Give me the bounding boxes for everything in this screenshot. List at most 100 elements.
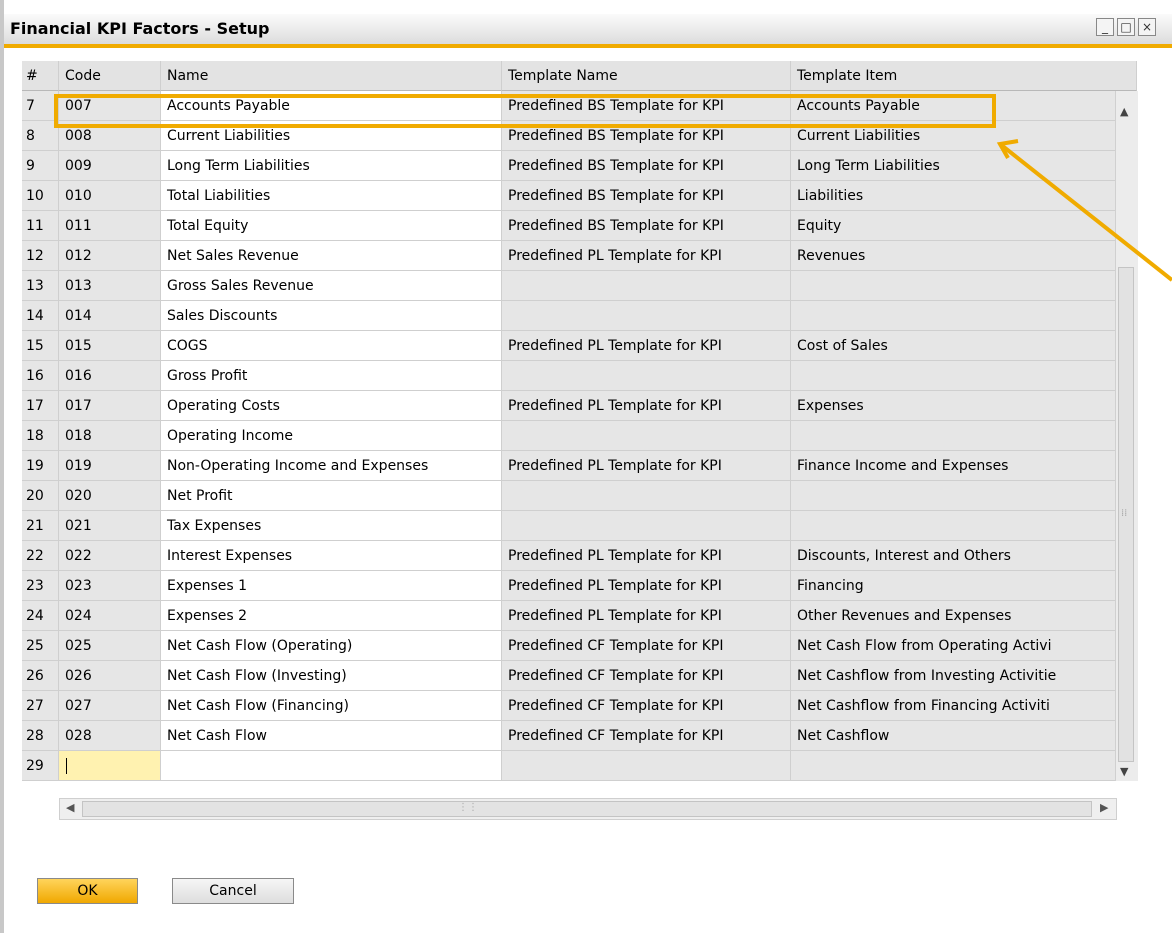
template-item-cell[interactable]: Discounts, Interest and Others [791,541,1137,571]
name-cell[interactable]: Sales Discounts [161,301,502,331]
code-cell[interactable]: 025 [59,631,161,661]
table-row[interactable]: 28 028 Net Cash Flow Predefined CF Template… [22,721,1137,751]
template-item-cell[interactable]: Expenses [791,391,1137,421]
template-item-cell[interactable]: Net Cash Flow from Operating Activi [791,631,1137,661]
horizontal-scroll-thumb[interactable]: ⋮⋮ [82,801,1092,817]
template-name-cell[interactable] [502,751,791,781]
table-row[interactable]: 11 011 Total Equity Predefined BS Template … [22,211,1137,241]
template-item-cell[interactable] [791,751,1137,781]
table-row[interactable]: 26 026 Net Cash Flow (Investing) Predefined… [22,661,1137,691]
template-name-cell[interactable]: Predefined PL Template for KPI [502,241,791,271]
code-cell[interactable]: 016 [59,361,161,391]
code-cell[interactable]: 028 [59,721,161,751]
template-name-cell[interactable] [502,301,791,331]
name-cell[interactable]: Net Cash Flow (Financing) [161,691,502,721]
template-item-cell[interactable] [791,481,1137,511]
table-row[interactable]: 13 013 Gross Sales Revenue [22,271,1137,301]
template-name-cell[interactable]: Predefined PL Template for KPI [502,451,791,481]
table-row[interactable]: 22 022 Interest Expenses Predefined PL Temp… [22,541,1137,571]
template-item-cell[interactable]: Long Term Liabilities [791,151,1137,181]
horizontal-scrollbar[interactable]: ◀ ⋮⋮ ▶ [59,798,1117,820]
table-row[interactable]: 20 020 Net Profit [22,481,1137,511]
name-cell[interactable]: Net Profit [161,481,502,511]
code-cell[interactable]: 018 [59,421,161,451]
template-item-cell[interactable]: Financing [791,571,1137,601]
column-header-number[interactable]: # [22,61,59,91]
template-name-cell[interactable]: Predefined PL Template for KPI [502,571,791,601]
code-cell[interactable]: 009 [59,151,161,181]
template-name-cell[interactable] [502,361,791,391]
template-item-cell[interactable]: Equity [791,211,1137,241]
table-row[interactable]: 9 009 Long Term Liabilities Predefined BS T… [22,151,1137,181]
template-item-cell[interactable] [791,361,1137,391]
name-cell[interactable]: Expenses 2 [161,601,502,631]
name-cell[interactable]: Gross Profit [161,361,502,391]
code-cell[interactable]: 014 [59,301,161,331]
code-cell[interactable]: 013 [59,271,161,301]
table-row[interactable]: 25 025 Net Cash Flow (Operating) Predefined… [22,631,1137,661]
template-name-cell[interactable] [502,481,791,511]
template-item-cell[interactable]: Revenues [791,241,1137,271]
minimize-button[interactable]: _ [1096,18,1114,36]
template-item-cell[interactable]: Cost of Sales [791,331,1137,361]
column-header-template-item[interactable]: Template Item [791,61,1137,91]
title-bar[interactable]: Financial KPI Factors - Setup _ □ × [4,14,1172,48]
name-cell[interactable]: Net Sales Revenue [161,241,502,271]
name-cell[interactable]: COGS [161,331,502,361]
table-row[interactable]: 14 014 Sales Discounts [22,301,1137,331]
table-row[interactable]: 23 023 Expenses 1 Predefined PL Template fo… [22,571,1137,601]
name-cell[interactable] [161,751,502,781]
scroll-up-arrow-icon[interactable]: ▲ [1120,105,1128,118]
template-item-cell[interactable]: Net Cashflow from Investing Activitie [791,661,1137,691]
template-name-cell[interactable]: Predefined PL Template for KPI [502,541,791,571]
template-item-cell[interactable]: Net Cashflow [791,721,1137,751]
code-cell[interactable]: 022 [59,541,161,571]
code-cell[interactable]: 011 [59,211,161,241]
table-row[interactable]: 18 018 Operating Income [22,421,1137,451]
scroll-right-arrow-icon[interactable]: ▶ [1100,801,1108,814]
name-cell[interactable]: Net Cash Flow (Investing) [161,661,502,691]
table-row[interactable]: 17 017 Operating Costs Predefined PL Templa… [22,391,1137,421]
cancel-button[interactable]: Cancel [172,878,294,904]
table-row[interactable]: 29 [22,751,1137,781]
template-item-cell[interactable] [791,271,1137,301]
ok-button[interactable]: OK [37,878,138,904]
vertical-scrollbar[interactable]: ▲ ⁞⁞ ▼ [1115,91,1138,781]
table-row[interactable]: 16 016 Gross Profit [22,361,1137,391]
code-cell[interactable]: 019 [59,451,161,481]
table-row[interactable]: 12 012 Net Sales Revenue Predefined PL Temp… [22,241,1137,271]
name-cell[interactable]: Interest Expenses [161,541,502,571]
code-cell[interactable]: 023 [59,571,161,601]
name-cell[interactable]: Net Cash Flow [161,721,502,751]
name-cell[interactable]: Expenses 1 [161,571,502,601]
scroll-left-arrow-icon[interactable]: ◀ [66,801,74,814]
template-item-cell[interactable]: Finance Income and Expenses [791,451,1137,481]
name-cell[interactable]: Net Cash Flow (Operating) [161,631,502,661]
template-name-cell[interactable]: Predefined BS Template for KPI [502,181,791,211]
template-item-cell[interactable]: Other Revenues and Expenses [791,601,1137,631]
code-cell[interactable]: 010 [59,181,161,211]
template-item-cell[interactable] [791,301,1137,331]
column-header-name[interactable]: Name [161,61,502,91]
code-cell[interactable]: 020 [59,481,161,511]
template-name-cell[interactable]: Predefined CF Template for KPI [502,661,791,691]
template-item-cell[interactable] [791,511,1137,541]
template-name-cell[interactable] [502,421,791,451]
name-cell[interactable]: Operating Costs [161,391,502,421]
name-cell[interactable]: Non-Operating Income and Expenses [161,451,502,481]
template-item-cell[interactable]: Liabilities [791,181,1137,211]
table-row[interactable]: 27 027 Net Cash Flow (Financing) Predefined… [22,691,1137,721]
template-name-cell[interactable] [502,511,791,541]
code-cell[interactable]: 021 [59,511,161,541]
template-name-cell[interactable]: Predefined BS Template for KPI [502,211,791,241]
code-cell[interactable]: 012 [59,241,161,271]
scroll-down-arrow-icon[interactable]: ▼ [1120,765,1128,778]
close-button[interactable]: × [1138,18,1156,36]
template-name-cell[interactable]: Predefined CF Template for KPI [502,691,791,721]
name-cell[interactable]: Long Term Liabilities [161,151,502,181]
template-name-cell[interactable]: Predefined PL Template for KPI [502,391,791,421]
code-cell[interactable] [59,751,161,781]
maximize-button[interactable]: □ [1117,18,1135,36]
table-row[interactable]: 10 010 Total Liabilities Predefined BS Temp… [22,181,1137,211]
column-header-template-name[interactable]: Template Name [502,61,791,91]
